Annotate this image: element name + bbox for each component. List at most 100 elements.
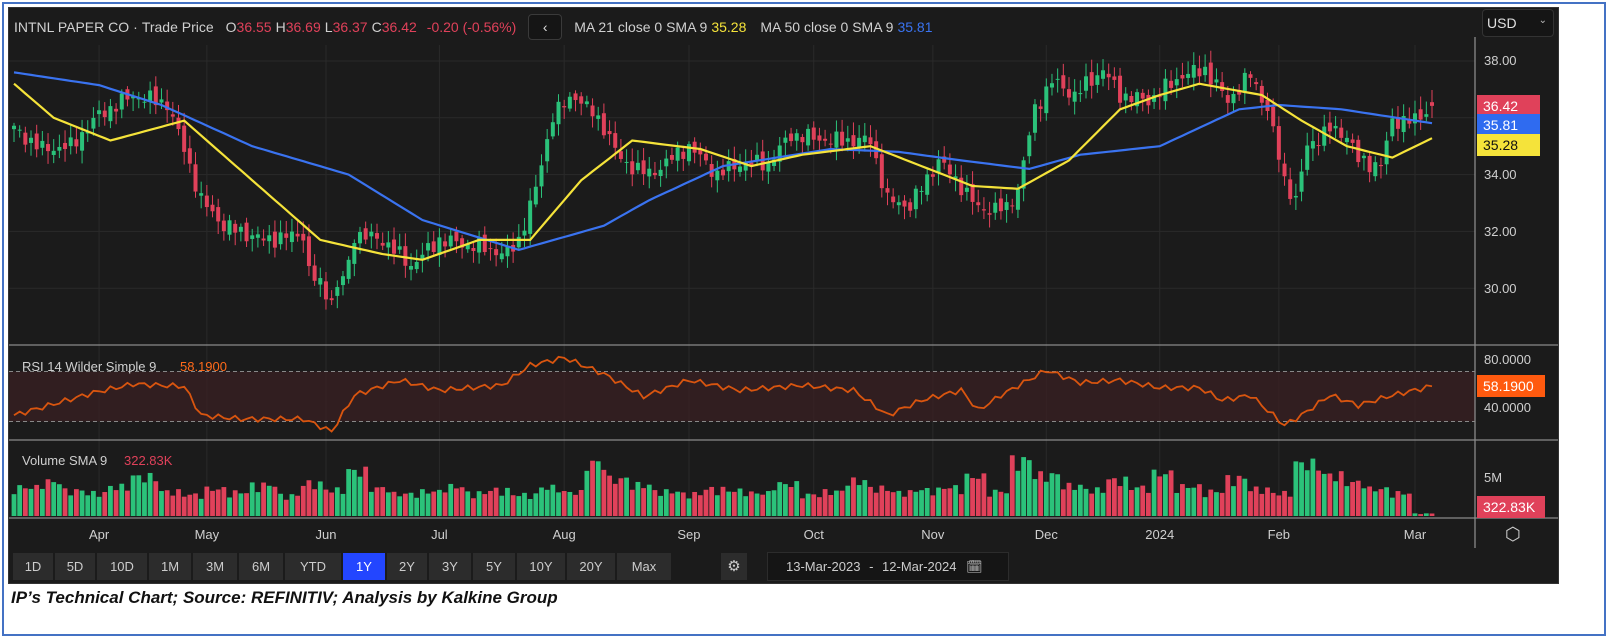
candle — [624, 161, 629, 163]
candle — [675, 147, 680, 161]
candle — [1163, 78, 1168, 102]
volume-bar — [1372, 491, 1378, 516]
volume-bar — [595, 461, 601, 516]
volume-bar — [879, 485, 885, 516]
candle — [340, 276, 345, 286]
candle — [114, 108, 119, 112]
candle — [148, 90, 153, 102]
candle — [1095, 75, 1100, 85]
price-tick: 38.00 — [1484, 53, 1517, 68]
candle — [930, 174, 935, 177]
period-button-5d[interactable]: 5D — [55, 553, 95, 580]
volume-bar — [28, 488, 34, 516]
chevron-down-icon: ⌄ — [1538, 15, 1547, 26]
volume-bar — [1350, 482, 1355, 516]
period-button-6m[interactable]: 6M — [239, 553, 283, 580]
period-button-ytd[interactable]: YTD — [285, 553, 341, 580]
candle — [562, 106, 567, 108]
volume-bar — [1168, 470, 1174, 516]
period-button-max[interactable]: Max — [617, 553, 671, 580]
volume-bar — [765, 491, 771, 516]
candle — [227, 220, 232, 235]
candle — [1424, 114, 1429, 117]
volume-bar — [686, 498, 692, 516]
date-separator: - — [869, 559, 874, 574]
period-button-1d[interactable]: 1D — [13, 553, 53, 580]
candle — [295, 233, 300, 237]
volume-bar — [845, 485, 851, 516]
candle — [556, 101, 561, 125]
gear-icon[interactable]: ⚙ — [721, 553, 747, 580]
volume-bar — [794, 481, 800, 516]
volume-bar — [278, 493, 283, 516]
volume-bar — [692, 491, 698, 516]
volume-bar — [720, 486, 726, 516]
period-button-1m[interactable]: 1M — [149, 553, 191, 580]
close-value: 36.42 — [381, 19, 417, 35]
candle — [1203, 66, 1208, 76]
collapse-legend-button[interactable]: ‹ — [528, 14, 563, 40]
candle — [369, 231, 374, 237]
candle — [1350, 139, 1355, 143]
volume-bar — [1355, 480, 1361, 516]
candle — [488, 248, 493, 250]
volume-bar — [210, 490, 215, 516]
period-button-10d[interactable]: 10D — [97, 553, 147, 580]
candle — [789, 133, 794, 142]
volume-bars — [11, 455, 1435, 516]
volume-bar — [1214, 492, 1219, 516]
volume-bar — [1287, 496, 1293, 516]
volume-bar — [1021, 457, 1027, 516]
chart-legend: INTNL PAPER CO · Trade Price O 36.55 H 36.… — [14, 14, 933, 40]
period-button-20y[interactable]: 20Y — [567, 553, 615, 580]
settings-eye-icon[interactable]: ⬡ — [1505, 524, 1521, 545]
volume-bar — [108, 485, 113, 516]
volume-bar — [488, 490, 493, 516]
volume-bar — [726, 491, 732, 516]
currency-select[interactable]: USD ⌄ — [1482, 9, 1554, 37]
period-button-2y[interactable]: 2Y — [387, 553, 427, 580]
volume-bar — [323, 489, 329, 516]
period-button-3m[interactable]: 3M — [193, 553, 237, 580]
volume-bar — [1310, 458, 1316, 516]
volume-bar — [221, 487, 227, 516]
volume-bar — [851, 477, 856, 516]
price-chart[interactable]: Apr May Jun Jul Aug Sep Oct Nov Dec 2024 Feb Mar — [0, 0, 1608, 638]
volume-bar — [1423, 513, 1429, 516]
period-button-10y[interactable]: 10Y — [517, 553, 565, 580]
volume-bar — [295, 495, 300, 516]
candle — [363, 228, 368, 240]
candle — [840, 131, 845, 146]
candle — [1084, 76, 1089, 91]
volume-bar — [164, 490, 170, 516]
candle — [1231, 93, 1236, 104]
volume-bar — [1083, 488, 1089, 516]
date-to: 12-Mar-2024 — [882, 559, 957, 574]
candle — [409, 265, 414, 270]
volume-bar — [737, 488, 743, 516]
volume-bar — [283, 499, 289, 516]
volume-bar — [856, 485, 862, 516]
volume-bar — [533, 493, 539, 516]
period-button-3y[interactable]: 3Y — [429, 553, 471, 580]
period-button-5y[interactable]: 5Y — [473, 553, 515, 580]
volume-bar — [312, 489, 318, 516]
volume-bar — [1327, 473, 1333, 516]
candle — [703, 153, 708, 161]
candle — [68, 137, 73, 147]
candle — [91, 117, 96, 129]
date-range-picker[interactable]: 13-Mar-2023 - 12-Mar-2024 🗓 — [767, 552, 1009, 581]
candle — [210, 204, 215, 212]
volume-bar — [646, 484, 652, 516]
volume-bar — [567, 491, 573, 516]
period-button-1y[interactable]: 1Y — [343, 553, 385, 580]
volume-bar — [1026, 460, 1032, 516]
candle — [516, 236, 521, 248]
volume-bar — [731, 491, 737, 516]
volume-bar — [663, 489, 669, 516]
volume-bar — [39, 488, 45, 516]
volume-bar — [1038, 471, 1044, 516]
candle — [1344, 137, 1349, 143]
volume-bar — [1236, 475, 1242, 516]
volume-bar — [1060, 489, 1066, 516]
